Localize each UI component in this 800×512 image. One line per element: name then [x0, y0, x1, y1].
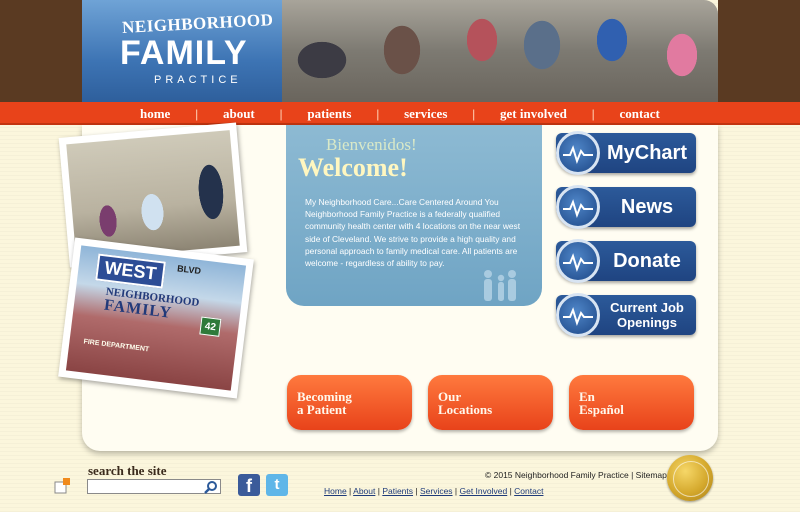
logo-line-2: FAMILY	[120, 34, 248, 72]
footer-link-contact[interactable]: Contact	[514, 486, 543, 496]
facebook-icon[interactable]: f	[238, 474, 260, 496]
footer-link-about[interactable]: About	[353, 486, 375, 496]
mural-blvd-sign: BLVD	[176, 263, 202, 277]
job-openings-button[interactable]: Current Job Openings	[556, 293, 696, 337]
en-espanol-button[interactable]: En Español	[569, 375, 694, 430]
bookmark-icon	[54, 478, 70, 494]
mychart-button[interactable]: MyChart	[556, 131, 696, 175]
footer-link-get-involved[interactable]: Get Involved	[460, 486, 508, 496]
welcome-body: My Neighborhood Care...Care Centered Aro…	[305, 197, 521, 269]
nav-separator: |	[195, 106, 199, 121]
news-button[interactable]: News	[556, 185, 696, 229]
search-icon[interactable]	[204, 480, 218, 494]
nav-home[interactable]: home	[140, 106, 170, 122]
our-locations-button[interactable]: Our Locations	[428, 375, 553, 430]
logo-line-3: PRACTICE	[154, 74, 242, 86]
nav-separator: |	[376, 106, 380, 121]
right-border-band	[718, 0, 800, 102]
search-input[interactable]	[87, 479, 221, 494]
heartbeat-icon	[556, 239, 600, 283]
donate-button[interactable]: Donate	[556, 239, 696, 283]
mural-route-sign: 42	[199, 316, 222, 337]
nav-separator: |	[279, 106, 283, 121]
footer-link-home[interactable]: Home	[324, 486, 347, 496]
main-nav: home | about | patients | services | get…	[0, 102, 800, 125]
becoming-a-patient-button[interactable]: Becoming a Patient	[287, 375, 412, 430]
mural-west-sign: WEST	[95, 253, 166, 289]
news-label: News	[620, 196, 674, 218]
site-header: NEIGHBORHOOD FAMILY PRACTICE	[82, 0, 718, 102]
locations-line-2: Locations	[438, 402, 493, 417]
nav-services[interactable]: services	[404, 106, 447, 122]
espanol-line-2: Español	[579, 402, 624, 417]
welcome-heading: Welcome!	[298, 153, 408, 182]
nav-separator: |	[591, 106, 595, 121]
footer-link-services[interactable]: Services	[420, 486, 453, 496]
heartbeat-icon	[556, 293, 600, 337]
nav-patients[interactable]: patients	[307, 106, 351, 122]
header-group-photo	[282, 0, 718, 102]
nav-get-involved[interactable]: get involved	[500, 106, 567, 122]
mural-fire-label: FIRE DEPARTMENT	[83, 338, 150, 354]
heartbeat-icon	[556, 131, 600, 175]
search-label: search the site	[88, 463, 167, 478]
donate-label: Donate	[613, 250, 681, 272]
welcome-spanish: Bienvenidos!	[326, 135, 417, 154]
nav-about[interactable]: about	[223, 106, 255, 122]
mychart-label: MyChart	[606, 142, 687, 164]
site-logo[interactable]: NEIGHBORHOOD FAMILY PRACTICE	[82, 0, 282, 102]
heartbeat-icon	[556, 185, 600, 229]
copyright-text: © 2015 Neighborhood Family Practice | Si…	[485, 470, 667, 480]
twitter-icon[interactable]: t	[266, 474, 288, 496]
becoming-line-2: a Patient	[297, 402, 347, 417]
job-openings-label: Current Job Openings	[610, 300, 684, 330]
welcome-box: Bienvenidos! Welcome! My Neighborhood Ca…	[286, 125, 542, 306]
footer-link-patients[interactable]: Patients	[382, 486, 413, 496]
nav-contact[interactable]: contact	[619, 106, 659, 122]
footer-links: Home | About | Patients | Services | Get…	[324, 486, 544, 496]
mural-logo: NEIGHBORHOOD FAMILY	[103, 286, 200, 325]
left-border-band	[0, 0, 82, 102]
accreditation-seal-icon[interactable]	[667, 455, 713, 501]
mural-photo: WEST BLVD NEIGHBORHOOD FAMILY 42 FIRE DE…	[58, 237, 254, 399]
family-icon	[484, 270, 516, 301]
nav-separator: |	[472, 106, 476, 121]
